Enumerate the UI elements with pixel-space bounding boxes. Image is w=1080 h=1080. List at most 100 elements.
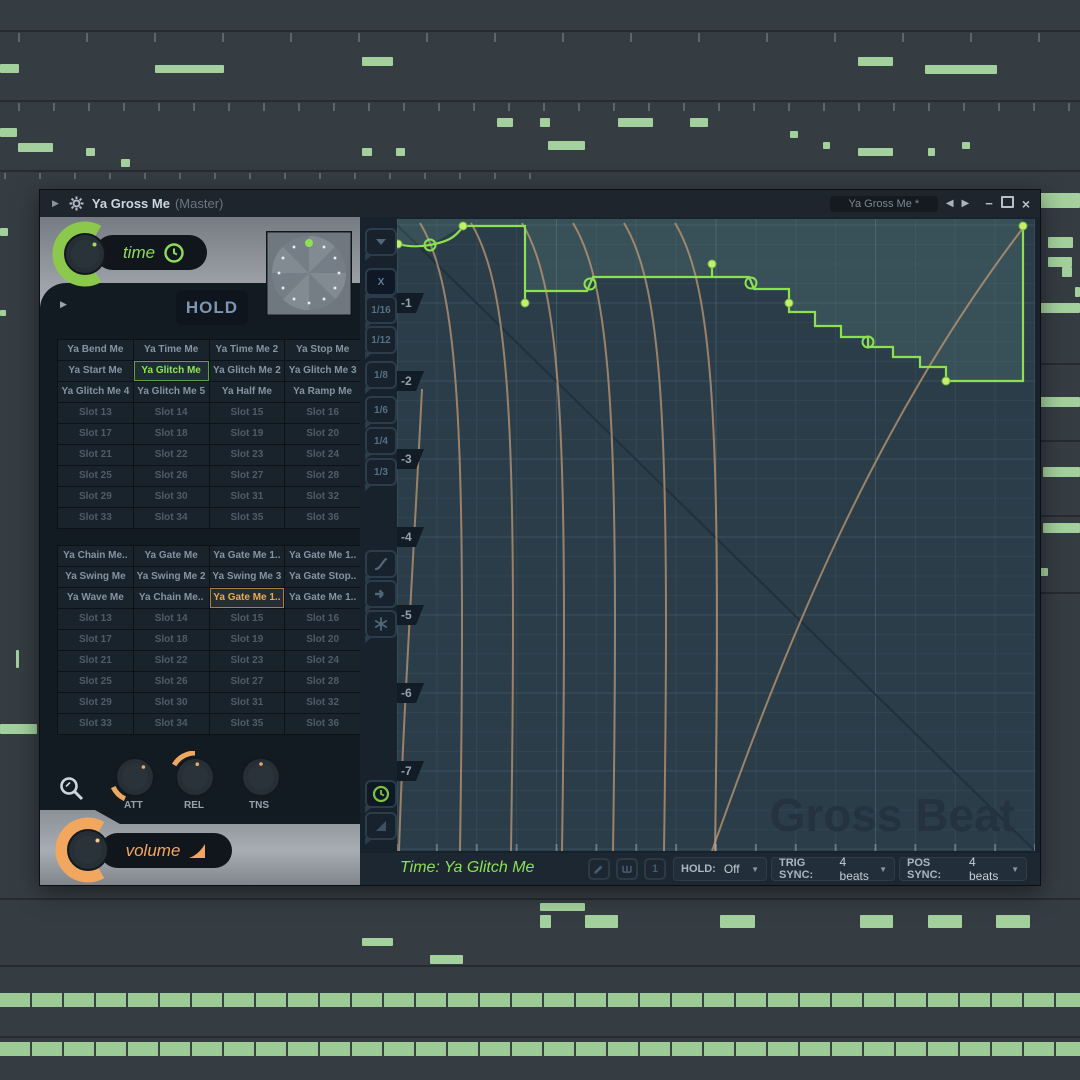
time-slot-cell[interactable]: Slot 36 bbox=[285, 508, 360, 528]
volume-slot-cell[interactable]: Ya Chain Me.. bbox=[134, 588, 209, 608]
volume-slot-cell[interactable]: Slot 16 bbox=[285, 609, 360, 629]
time-slot-cell[interactable]: Slot 35 bbox=[210, 508, 285, 528]
draw-mode-button[interactable] bbox=[588, 858, 610, 880]
time-slot-cell[interactable]: Slot 30 bbox=[134, 487, 209, 507]
time-slot-cell[interactable]: Slot 17 bbox=[58, 424, 133, 444]
time-slot-cell[interactable]: Slot 25 bbox=[58, 466, 133, 486]
time-slot-cell[interactable]: Slot 13 bbox=[58, 403, 133, 423]
gear-icon[interactable] bbox=[69, 196, 84, 211]
time-slot-cell[interactable]: Slot 32 bbox=[285, 487, 360, 507]
volume-slot-cell[interactable]: Slot 31 bbox=[210, 693, 285, 713]
time-slot-cell[interactable]: Slot 34 bbox=[134, 508, 209, 528]
time-slot-cell[interactable]: Ya Time Me bbox=[134, 340, 209, 360]
time-slot-cell[interactable]: Slot 21 bbox=[58, 445, 133, 465]
freeze-tool-button[interactable] bbox=[365, 610, 397, 638]
volume-slot-cell[interactable]: Ya Gate Me 1.. bbox=[285, 546, 360, 566]
time-slot-cell[interactable]: Slot 27 bbox=[210, 466, 285, 486]
time-slot-cell[interactable]: Ya Stop Me bbox=[285, 340, 360, 360]
time-slot-cell[interactable]: Slot 28 bbox=[285, 466, 360, 486]
volume-slot-cell[interactable]: Slot 30 bbox=[134, 693, 209, 713]
volume-slot-cell[interactable]: Slot 35 bbox=[210, 714, 285, 734]
next-preset-button[interactable]: ▶ bbox=[962, 198, 970, 209]
volume-slot-cell[interactable]: Ya Swing Me 2 bbox=[134, 567, 209, 587]
time-slot-cell[interactable]: Slot 24 bbox=[285, 445, 360, 465]
time-slot-cell[interactable]: Ya Glitch Me 5 bbox=[134, 382, 209, 402]
time-slot-cell[interactable]: Ya Start Me bbox=[58, 361, 133, 381]
time-slot-cell[interactable]: Ya Half Me bbox=[210, 382, 285, 402]
time-slot-cell[interactable]: Slot 26 bbox=[134, 466, 209, 486]
hold-button[interactable]: HOLD bbox=[176, 290, 248, 325]
minimize-button[interactable]: − bbox=[985, 196, 993, 211]
pos-sync-dropdown[interactable]: POS SYNC: 4 beats ▼ bbox=[899, 857, 1027, 881]
preset-selector[interactable]: Ya Gross Me * bbox=[830, 196, 938, 212]
time-slot-cell[interactable]: Ya Glitch Me 2 bbox=[210, 361, 285, 381]
volume-slot-cell[interactable]: Slot 13 bbox=[58, 609, 133, 629]
time-slot-cell[interactable]: Slot 31 bbox=[210, 487, 285, 507]
volume-mix-knob[interactable] bbox=[52, 817, 126, 885]
volume-slot-cell[interactable]: Ya Wave Me bbox=[58, 588, 133, 608]
snap-button-1-6[interactable]: 1/6 bbox=[365, 396, 397, 424]
volume-slot-cell[interactable]: Slot 17 bbox=[58, 630, 133, 650]
volume-slot-cell[interactable]: Slot 14 bbox=[134, 609, 209, 629]
time-slot-cell[interactable]: Slot 16 bbox=[285, 403, 360, 423]
zoom-tool-icon[interactable] bbox=[58, 775, 86, 805]
volume-slot-cell[interactable]: Slot 36 bbox=[285, 714, 360, 734]
time-slot-cell[interactable]: Ya Glitch Me 4 bbox=[58, 382, 133, 402]
slot-menu-arrow-icon[interactable]: ▶ bbox=[60, 299, 67, 310]
maximize-button[interactable] bbox=[1001, 195, 1014, 213]
time-slot-cell[interactable]: Slot 15 bbox=[210, 403, 285, 423]
time-slot-cell[interactable]: Ya Ramp Me bbox=[285, 382, 360, 402]
volume-slot-cell[interactable]: Slot 27 bbox=[210, 672, 285, 692]
volume-slot-cell[interactable]: Slot 22 bbox=[134, 651, 209, 671]
close-button[interactable]: × bbox=[1022, 196, 1030, 212]
graph-menu-button[interactable] bbox=[365, 228, 397, 256]
smooth-tool-button[interactable] bbox=[365, 550, 397, 578]
volume-slot-cell[interactable]: Slot 15 bbox=[210, 609, 285, 629]
plugin-titlebar[interactable]: ▶ Ya Gross Me (Master) Ya Gross Me * ◀ ▶… bbox=[40, 190, 1040, 218]
volume-slot-cell[interactable]: Ya Gate Me 1.. bbox=[210, 546, 285, 566]
snap-button-1-12[interactable]: 1/12 bbox=[365, 326, 397, 354]
detach-arrow-icon[interactable]: ▶ bbox=[52, 198, 59, 209]
time-map-editor[interactable]: Gross Beat-1-2-3-4-5-6-7 bbox=[397, 219, 1035, 851]
trig-sync-dropdown[interactable]: TRIG SYNC: 4 beats ▼ bbox=[771, 857, 895, 881]
time-slot-cell[interactable]: Ya Glitch Me bbox=[134, 361, 209, 381]
time-slot-cell[interactable]: Slot 23 bbox=[210, 445, 285, 465]
tab-volume-map[interactable] bbox=[365, 812, 397, 840]
time-slot-cell[interactable]: Ya Glitch Me 3 bbox=[285, 361, 360, 381]
volume-slot-cell[interactable]: Slot 34 bbox=[134, 714, 209, 734]
volume-slot-cell[interactable]: Slot 32 bbox=[285, 693, 360, 713]
time-slot-cell[interactable]: Slot 19 bbox=[210, 424, 285, 444]
tab-time-map[interactable] bbox=[365, 780, 397, 808]
volume-slot-cell[interactable]: Slot 28 bbox=[285, 672, 360, 692]
volume-slot-cell[interactable]: Slot 25 bbox=[58, 672, 133, 692]
volume-slot-cell[interactable]: Slot 20 bbox=[285, 630, 360, 650]
volume-slot-cell[interactable]: Ya Gate Me 1.. bbox=[210, 588, 285, 608]
snap-button-1-8[interactable]: 1/8 bbox=[365, 361, 397, 389]
snap-one-button[interactable]: 1 bbox=[644, 858, 666, 880]
volume-slot-cell[interactable]: Ya Swing Me 3 bbox=[210, 567, 285, 587]
volume-slot-cell[interactable]: Slot 18 bbox=[134, 630, 209, 650]
steps-mode-button[interactable] bbox=[616, 858, 638, 880]
volume-slot-cell[interactable]: Ya Swing Me bbox=[58, 567, 133, 587]
time-slot-cell[interactable]: Slot 33 bbox=[58, 508, 133, 528]
snap-button-x[interactable]: X bbox=[365, 268, 397, 296]
volume-slot-cell[interactable]: Slot 29 bbox=[58, 693, 133, 713]
step-tool-button[interactable] bbox=[365, 580, 397, 608]
volume-slot-cell[interactable]: Slot 23 bbox=[210, 651, 285, 671]
volume-slot-cell[interactable]: Ya Gate Stop.. bbox=[285, 567, 360, 587]
time-slot-cell[interactable]: Slot 20 bbox=[285, 424, 360, 444]
snap-button-1-16[interactable]: 1/16 bbox=[365, 296, 397, 324]
hold-mode-dropdown[interactable]: HOLD: Off ▼ bbox=[673, 857, 767, 881]
prev-preset-button[interactable]: ◀ bbox=[946, 198, 954, 209]
volume-slot-cell[interactable]: Slot 26 bbox=[134, 672, 209, 692]
time-mix-knob[interactable] bbox=[49, 217, 123, 291]
time-slot-cell[interactable]: Slot 14 bbox=[134, 403, 209, 423]
time-slot-cell[interactable]: Ya Bend Me bbox=[58, 340, 133, 360]
volume-slot-cell[interactable]: Slot 24 bbox=[285, 651, 360, 671]
volume-slot-cell[interactable]: Slot 21 bbox=[58, 651, 133, 671]
volume-slot-cell[interactable]: Ya Chain Me.. bbox=[58, 546, 133, 566]
time-slot-cell[interactable]: Slot 18 bbox=[134, 424, 209, 444]
volume-slot-cell[interactable]: Ya Gate Me 1.. bbox=[285, 588, 360, 608]
snap-button-1-4[interactable]: 1/4 bbox=[365, 427, 397, 455]
volume-slot-cell[interactable]: Slot 33 bbox=[58, 714, 133, 734]
